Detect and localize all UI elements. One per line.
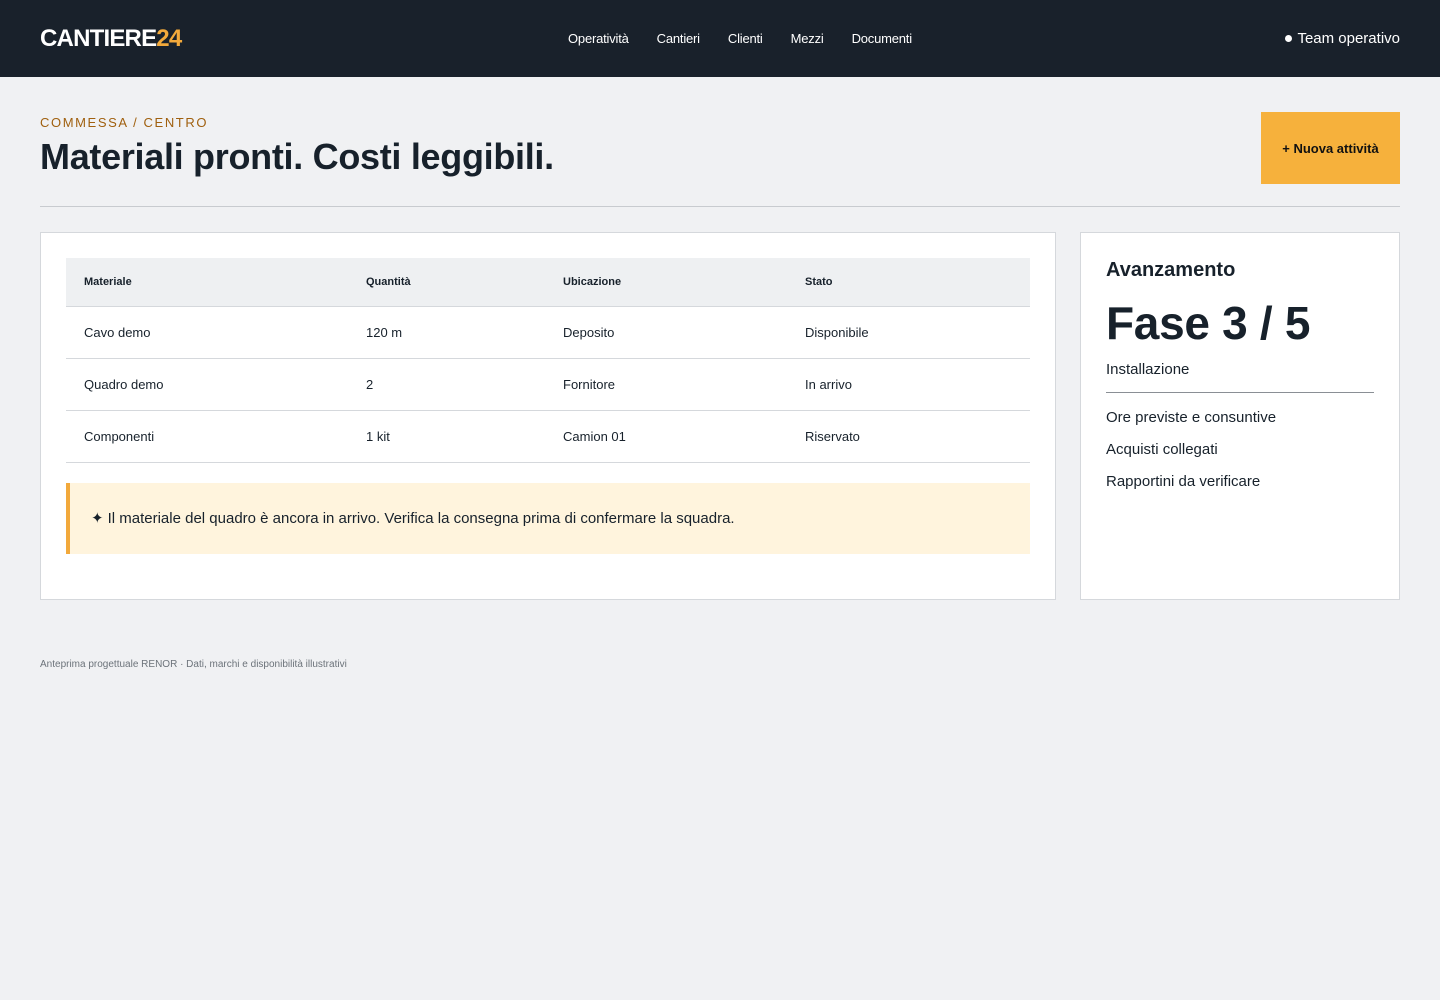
cell-quantity: 1 kit	[348, 410, 545, 463]
brand-number: 24	[156, 24, 182, 52]
nav-item-cantieri[interactable]: Cantieri	[657, 31, 700, 46]
top-bar: CANTIERE24 Operatività Cantieri Clienti …	[0, 0, 1440, 77]
nav-item-operativita[interactable]: Operatività	[568, 31, 629, 46]
phase-indicator: Fase 3 / 5	[1106, 297, 1311, 349]
column-header-ubicazione[interactable]: Ubicazione	[545, 258, 787, 307]
brand-name: CANTIERE	[40, 24, 157, 52]
materials-card: Materiale Quantità Ubicazione Stato Cavo…	[40, 232, 1056, 600]
team-label: Team operativo	[1297, 30, 1400, 47]
table-row[interactable]: Cavo demo 120 m Deposito Disponibile	[66, 306, 1030, 359]
cell-material: Componenti	[66, 410, 348, 463]
progress-links: Ore previste e consuntive Acquisti colle…	[1106, 409, 1374, 505]
delivery-notice: ✦ Il materiale del quadro è ancora in ar…	[66, 482, 1030, 554]
new-activity-button[interactable]: + Nuova attività	[1261, 112, 1400, 184]
cell-location: Fornitore	[545, 358, 787, 411]
brand-logo[interactable]: CANTIERE24	[40, 24, 182, 53]
cell-status: Disponibile	[787, 306, 1030, 359]
nav-item-mezzi[interactable]: Mezzi	[791, 31, 824, 46]
column-header-materiale[interactable]: Materiale	[66, 258, 348, 307]
nav-item-clienti[interactable]: Clienti	[728, 31, 763, 46]
page-title: Materiali pronti. Costi leggibili.	[40, 136, 554, 177]
link-acquisti-collegati[interactable]: Acquisti collegati	[1106, 441, 1374, 473]
column-header-quantita[interactable]: Quantità	[348, 258, 545, 307]
cell-quantity: 2	[348, 358, 545, 411]
sparkle-icon: ✦	[91, 510, 104, 527]
cell-material: Cavo demo	[66, 306, 348, 359]
column-header-stato[interactable]: Stato	[787, 258, 1030, 307]
dot-icon	[1285, 35, 1293, 42]
breadcrumb: COMMESSA / CENTRO	[40, 115, 209, 130]
progress-title: Avanzamento	[1106, 259, 1236, 281]
team-indicator[interactable]: Team operativo	[1285, 30, 1400, 47]
phase-name: Installazione	[1106, 361, 1374, 393]
table-header-row: Materiale Quantità Ubicazione Stato	[66, 258, 1030, 307]
notice-text: Il materiale del quadro è ancora in arri…	[107, 509, 735, 527]
cell-status: In arrivo	[787, 358, 1030, 411]
page-header: COMMESSA / CENTRO Materiali pronti. Cost…	[40, 77, 1400, 207]
materials-table: Materiale Quantità Ubicazione Stato Cavo…	[66, 258, 1030, 463]
nav-item-documenti[interactable]: Documenti	[852, 31, 913, 46]
cell-material: Quadro demo	[66, 358, 348, 411]
cell-location: Deposito	[545, 306, 787, 359]
table-row[interactable]: Quadro demo 2 Fornitore In arrivo	[66, 358, 1030, 411]
link-rapportini[interactable]: Rapportini da verificare	[1106, 473, 1374, 505]
progress-card: Avanzamento Fase 3 / 5 Installazione Ore…	[1080, 232, 1400, 600]
cell-quantity: 120 m	[348, 306, 545, 359]
cell-status: Riservato	[787, 410, 1030, 463]
table-row[interactable]: Componenti 1 kit Camion 01 Riservato	[66, 410, 1030, 463]
main-nav: Operatività Cantieri Clienti Mezzi Docum…	[568, 0, 912, 77]
page-footer: Anteprima progettuale RENOR · Dati, marc…	[40, 659, 347, 670]
link-ore-previste[interactable]: Ore previste e consuntive	[1106, 409, 1374, 441]
cell-location: Camion 01	[545, 410, 787, 463]
